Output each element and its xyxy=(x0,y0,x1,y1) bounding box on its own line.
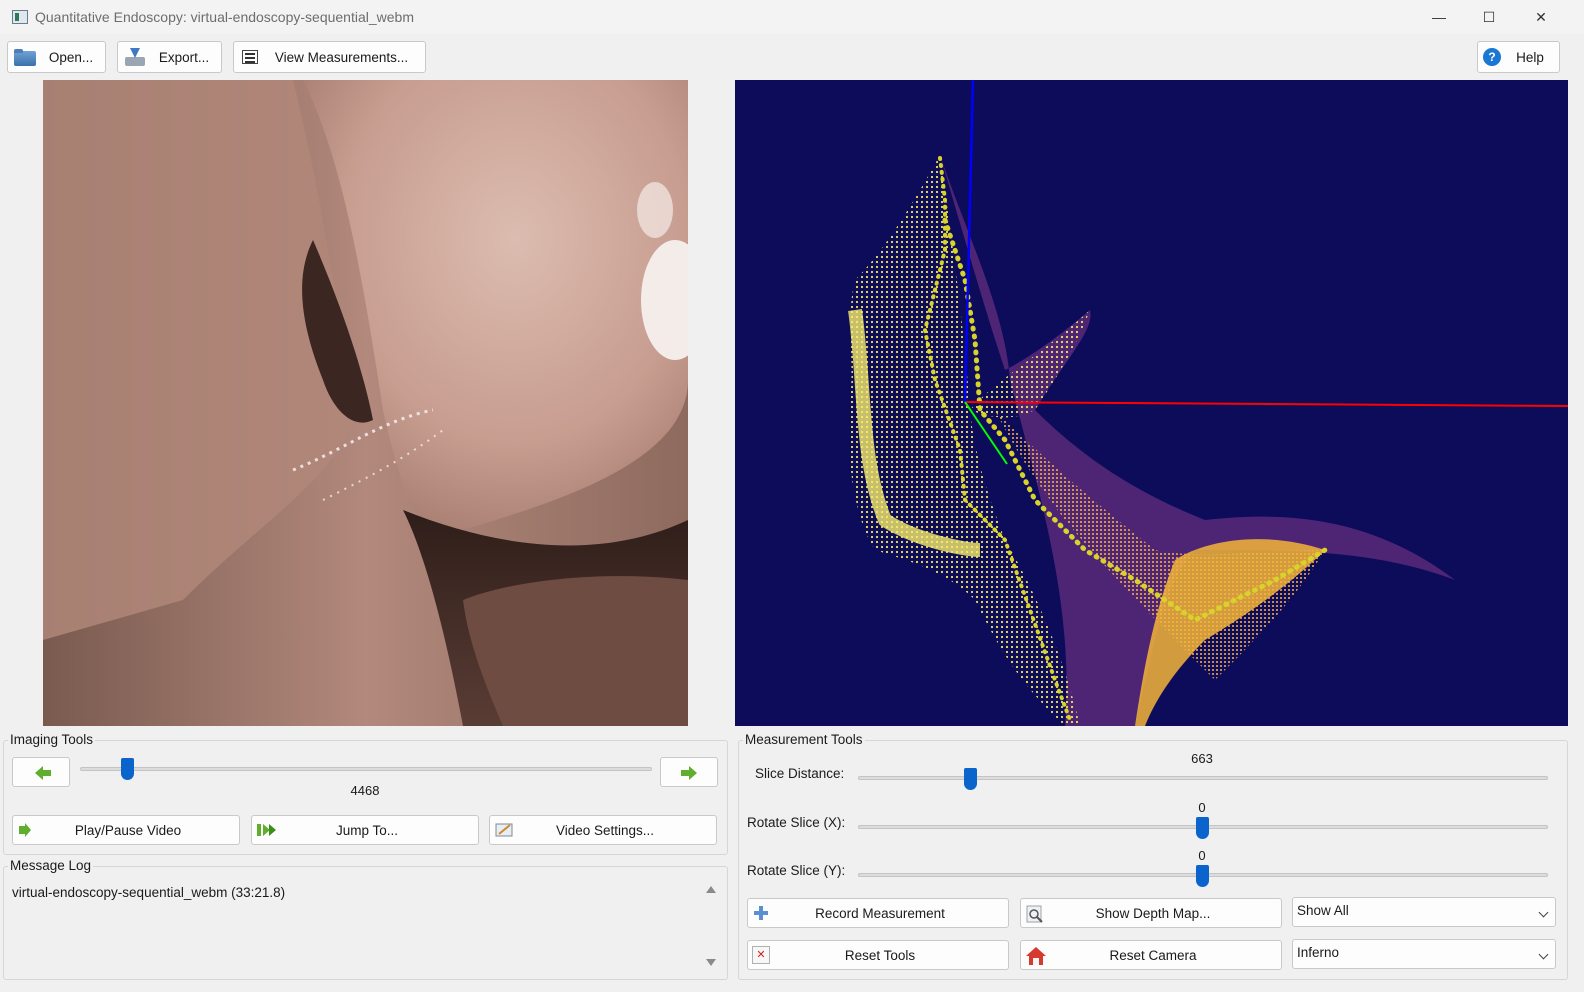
left-arrow-icon xyxy=(35,766,51,780)
previous-frame-button[interactable] xyxy=(12,757,70,787)
export-button[interactable]: Export... xyxy=(117,41,222,73)
title-bar: Quantitative Endoscopy: virtual-endoscop… xyxy=(0,0,1584,34)
3d-point-cloud-viewer[interactable] xyxy=(735,80,1568,726)
rotate-slice-y-value: 0 xyxy=(1198,848,1206,863)
slice-distance-value: 663 xyxy=(1191,751,1213,766)
message-log-text-area[interactable]: virtual-endoscopy-sequential_webm (33:21… xyxy=(6,878,722,974)
chevron-down-icon xyxy=(1538,907,1549,918)
close-button[interactable]: ✕ xyxy=(1518,0,1564,34)
display-filter-value: Show All xyxy=(1297,903,1349,918)
magnifier-icon xyxy=(1025,904,1043,923)
slice-distance-label: Slice Distance: xyxy=(755,766,845,781)
folder-icon xyxy=(13,47,37,67)
reset-icon: ✕ xyxy=(752,946,770,964)
rotate-slice-y-label: Rotate Slice (Y): xyxy=(747,863,846,878)
frame-slider-track[interactable] xyxy=(80,767,652,771)
settings-icon xyxy=(494,821,513,839)
rotate-slice-x-slider-handle[interactable] xyxy=(1196,817,1209,839)
reset-camera-label: Reset Camera xyxy=(1109,947,1197,963)
scroll-up-icon[interactable] xyxy=(706,886,716,893)
imaging-tools-title: Imaging Tools xyxy=(8,732,96,747)
slice-distance-slider-track[interactable] xyxy=(858,776,1548,780)
next-frame-button[interactable] xyxy=(660,757,718,787)
play-pause-label: Play/Pause Video xyxy=(74,822,182,838)
log-entry: virtual-endoscopy-sequential_webm (33:21… xyxy=(12,885,286,900)
message-log-title: Message Log xyxy=(8,858,94,873)
view-measurements-label: View Measurements... xyxy=(274,49,409,65)
endoscopy-video-frame[interactable] xyxy=(43,80,688,726)
frame-value: 4468 xyxy=(350,783,380,798)
play-icon xyxy=(17,821,35,839)
list-icon xyxy=(242,50,258,64)
help-icon: ? xyxy=(1483,48,1501,66)
jump-icon xyxy=(256,821,276,839)
point-cloud-render xyxy=(848,80,1568,726)
app-icon xyxy=(12,10,28,24)
maximize-button[interactable]: ☐ xyxy=(1466,0,1512,34)
scroll-down-icon[interactable] xyxy=(706,959,716,966)
record-measurement-button[interactable]: Record Measurement xyxy=(747,898,1009,928)
close-icon: ✕ xyxy=(1535,8,1547,25)
minimize-icon: — xyxy=(1432,9,1446,25)
jump-to-button[interactable]: Jump To... xyxy=(251,815,479,845)
open-button[interactable]: Open... xyxy=(7,41,106,73)
play-pause-button[interactable]: Play/Pause Video xyxy=(12,815,240,845)
open-button-label: Open... xyxy=(48,49,94,65)
help-button[interactable]: ? Help xyxy=(1477,41,1560,73)
reset-tools-button[interactable]: ✕ Reset Tools xyxy=(747,940,1009,970)
display-filter-dropdown[interactable]: Show All xyxy=(1292,897,1556,927)
message-log-scrollbar[interactable] xyxy=(704,882,718,970)
rotate-slice-y-slider-handle[interactable] xyxy=(1196,865,1209,887)
video-settings-button[interactable]: Video Settings... xyxy=(489,815,717,845)
slice-distance-slider-handle[interactable] xyxy=(964,768,977,790)
reset-camera-button[interactable]: Reset Camera xyxy=(1020,940,1282,970)
reset-tools-label: Reset Tools xyxy=(844,947,916,963)
rotate-slice-x-value: 0 xyxy=(1198,800,1206,815)
plus-icon xyxy=(752,904,770,922)
colormap-value: Inferno xyxy=(1297,945,1340,960)
show-depth-map-label: Show Depth Map... xyxy=(1095,905,1211,921)
export-icon xyxy=(123,47,147,67)
jump-to-label: Jump To... xyxy=(335,822,399,838)
video-settings-label: Video Settings... xyxy=(555,822,655,838)
maximize-icon: ☐ xyxy=(1482,8,1496,25)
minimize-button[interactable]: — xyxy=(1416,0,1462,34)
chevron-down-icon xyxy=(1538,949,1549,960)
view-measurements-button[interactable]: View Measurements... xyxy=(233,41,426,73)
window-title: Quantitative Endoscopy: virtual-endoscop… xyxy=(35,9,414,25)
right-arrow-icon xyxy=(681,766,697,780)
endoscopy-image xyxy=(43,80,688,726)
export-button-label: Export... xyxy=(158,49,210,65)
show-depth-map-button[interactable]: Show Depth Map... xyxy=(1020,898,1282,928)
help-button-label: Help xyxy=(1516,49,1544,65)
frame-slider-handle[interactable] xyxy=(121,758,134,780)
measurement-tools-title: Measurement Tools xyxy=(743,732,865,747)
colormap-dropdown[interactable]: Inferno xyxy=(1292,939,1556,969)
record-measurement-label: Record Measurement xyxy=(815,905,945,921)
rotate-slice-x-label: Rotate Slice (X): xyxy=(747,815,846,830)
home-icon xyxy=(1025,946,1046,965)
